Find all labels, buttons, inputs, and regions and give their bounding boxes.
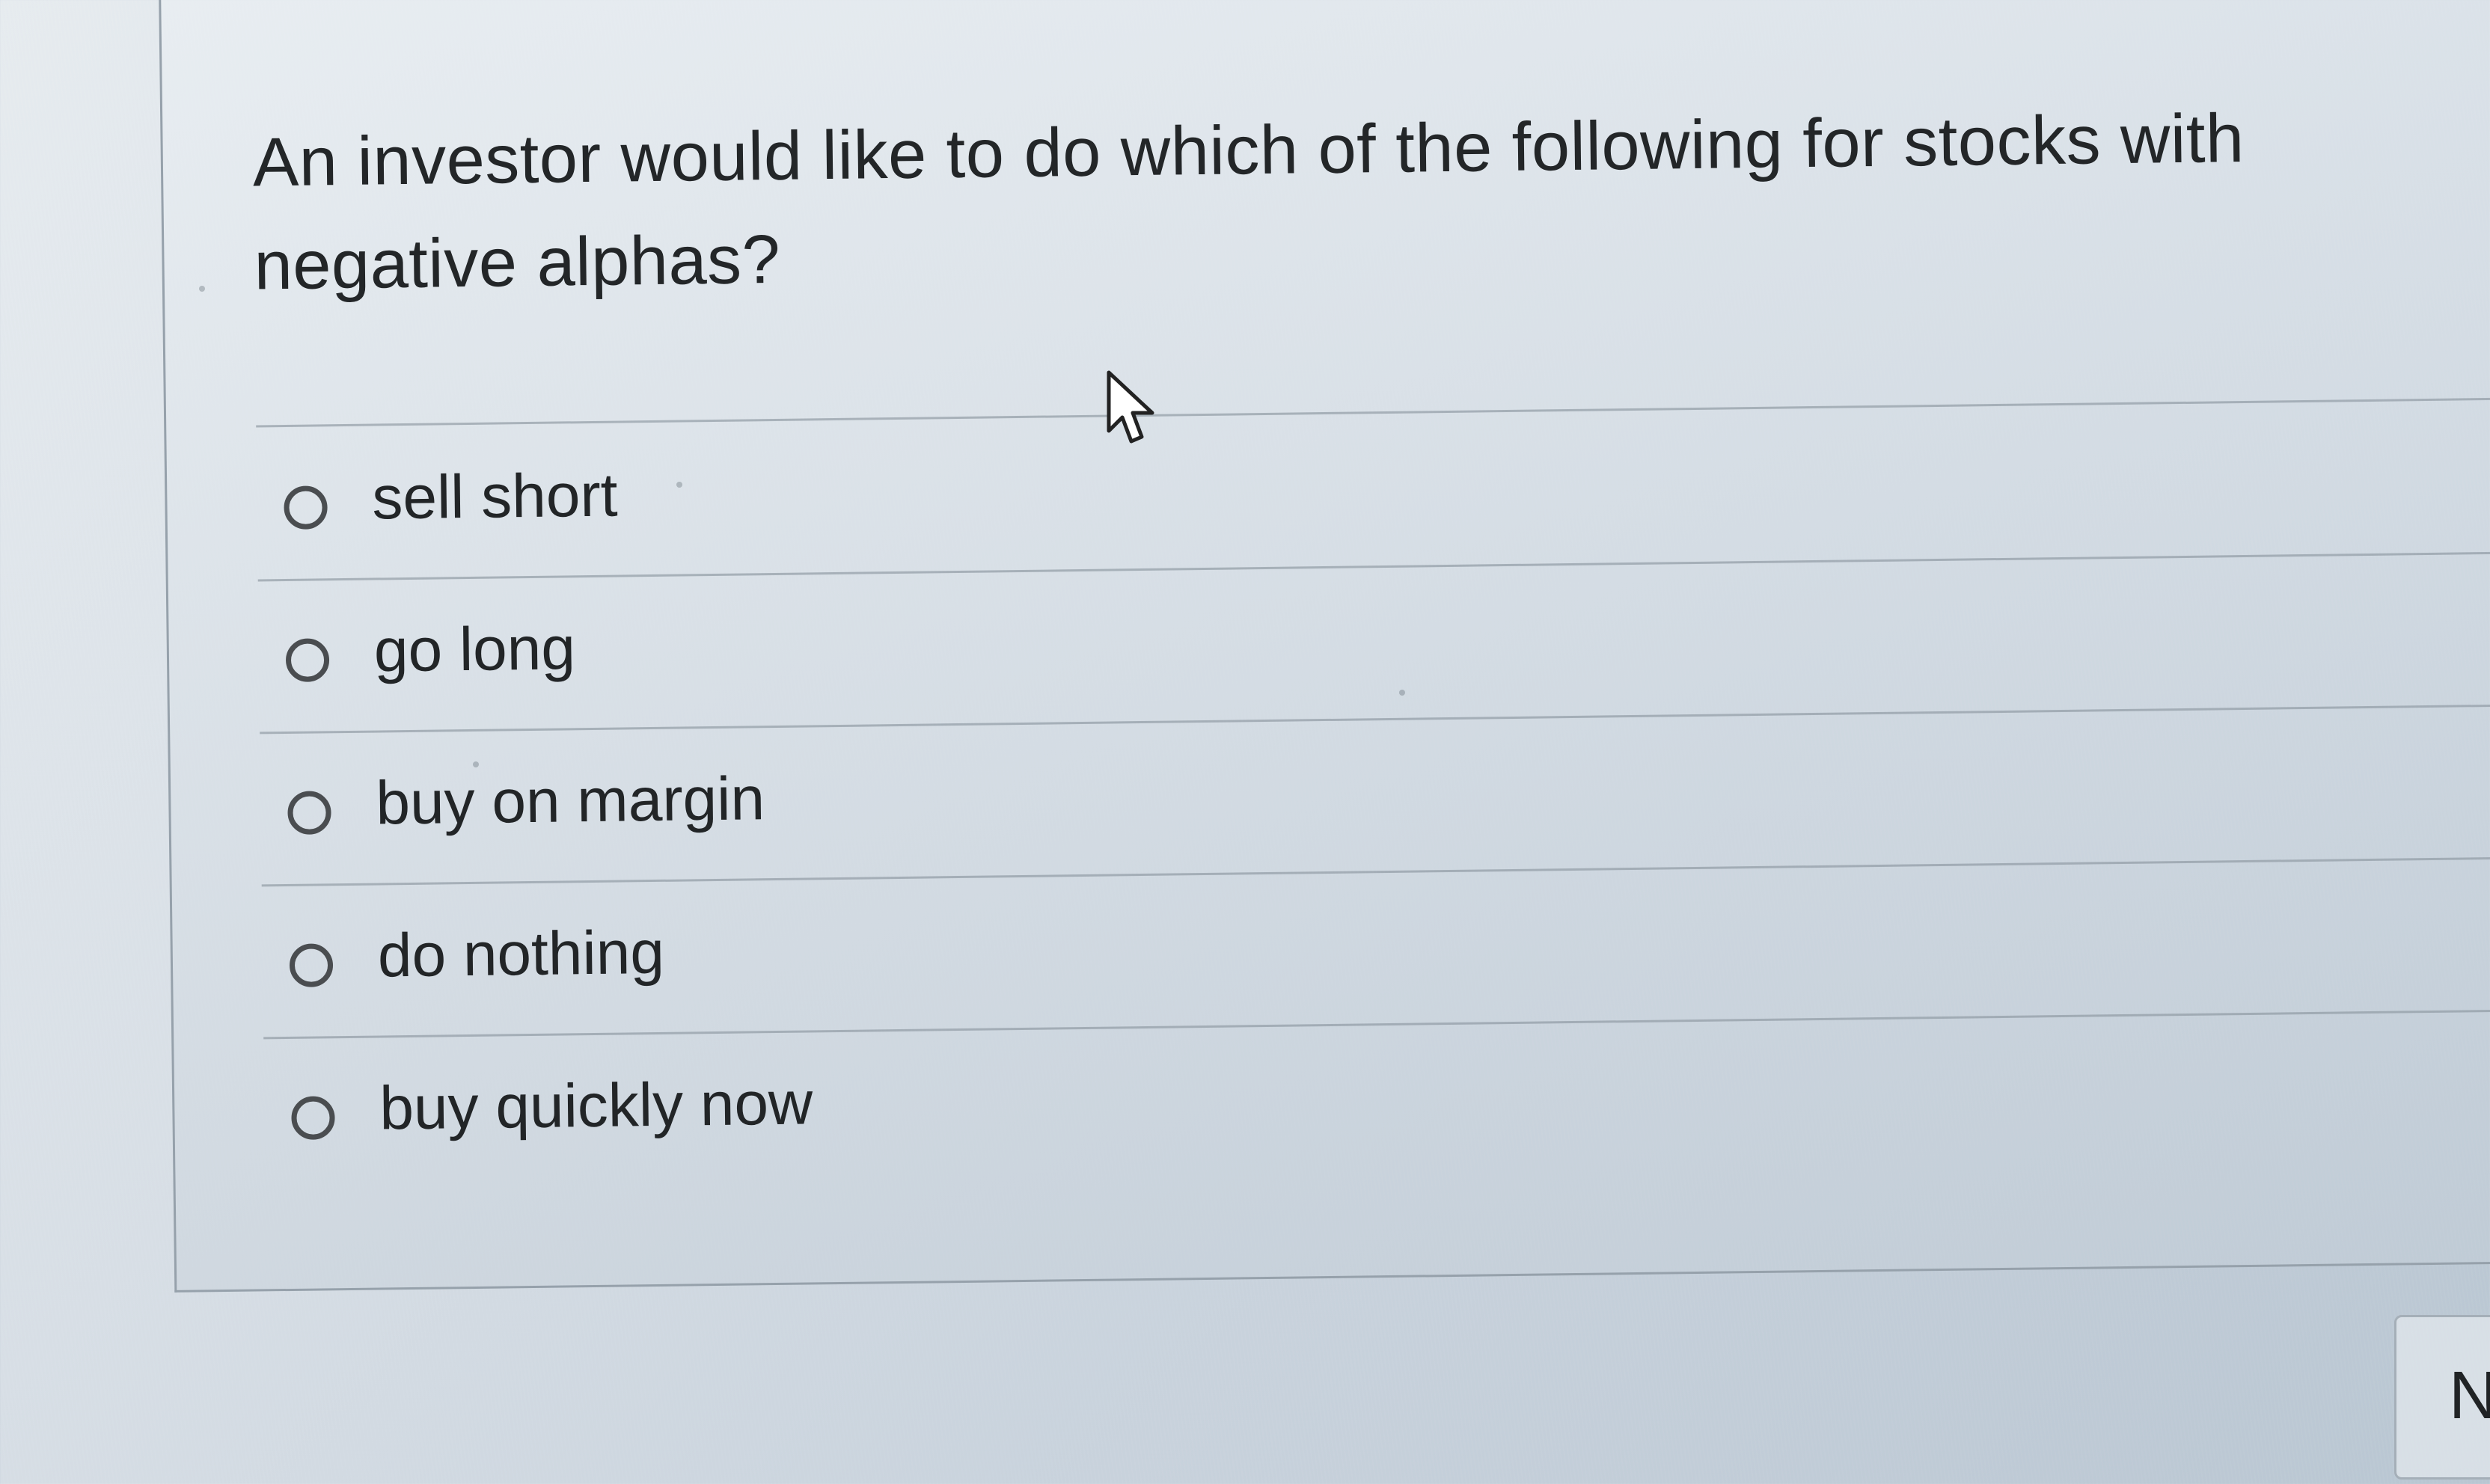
option-buy-on-margin[interactable]: buy on margin — [260, 706, 2490, 887]
option-label[interactable]: buy quickly now — [379, 1062, 813, 1150]
next-button[interactable]: N — [2394, 1315, 2490, 1480]
radio-button-icon[interactable] — [289, 943, 334, 987]
radio-button-icon[interactable] — [285, 638, 330, 682]
option-do-nothing[interactable]: do nothing — [261, 859, 2490, 1040]
option-label[interactable]: buy on margin — [376, 758, 765, 844]
question-text: An investor would like to do which of th… — [252, 99, 2245, 304]
question-card: An investor would like to do which of th… — [159, 0, 2490, 1293]
radio-button-icon[interactable] — [284, 485, 328, 530]
next-button-label[interactable]: N — [2449, 1355, 2490, 1437]
option-go-long[interactable]: go long — [257, 554, 2490, 735]
option-label[interactable]: do nothing — [377, 912, 664, 998]
screen-speck — [676, 482, 682, 488]
screen-speck — [199, 286, 205, 292]
radio-button-icon[interactable] — [287, 791, 331, 835]
option-label[interactable]: sell short — [372, 455, 618, 540]
option-sell-short[interactable]: sell short — [256, 401, 2490, 582]
screen-speck — [1399, 690, 1405, 696]
screen-speck — [473, 761, 479, 767]
radio-button-icon[interactable] — [291, 1096, 335, 1140]
mouse-pointer-icon — [1107, 370, 1154, 444]
option-label[interactable]: go long — [373, 607, 575, 692]
option-buy-quickly-now[interactable]: buy quickly now — [263, 1011, 2490, 1192]
